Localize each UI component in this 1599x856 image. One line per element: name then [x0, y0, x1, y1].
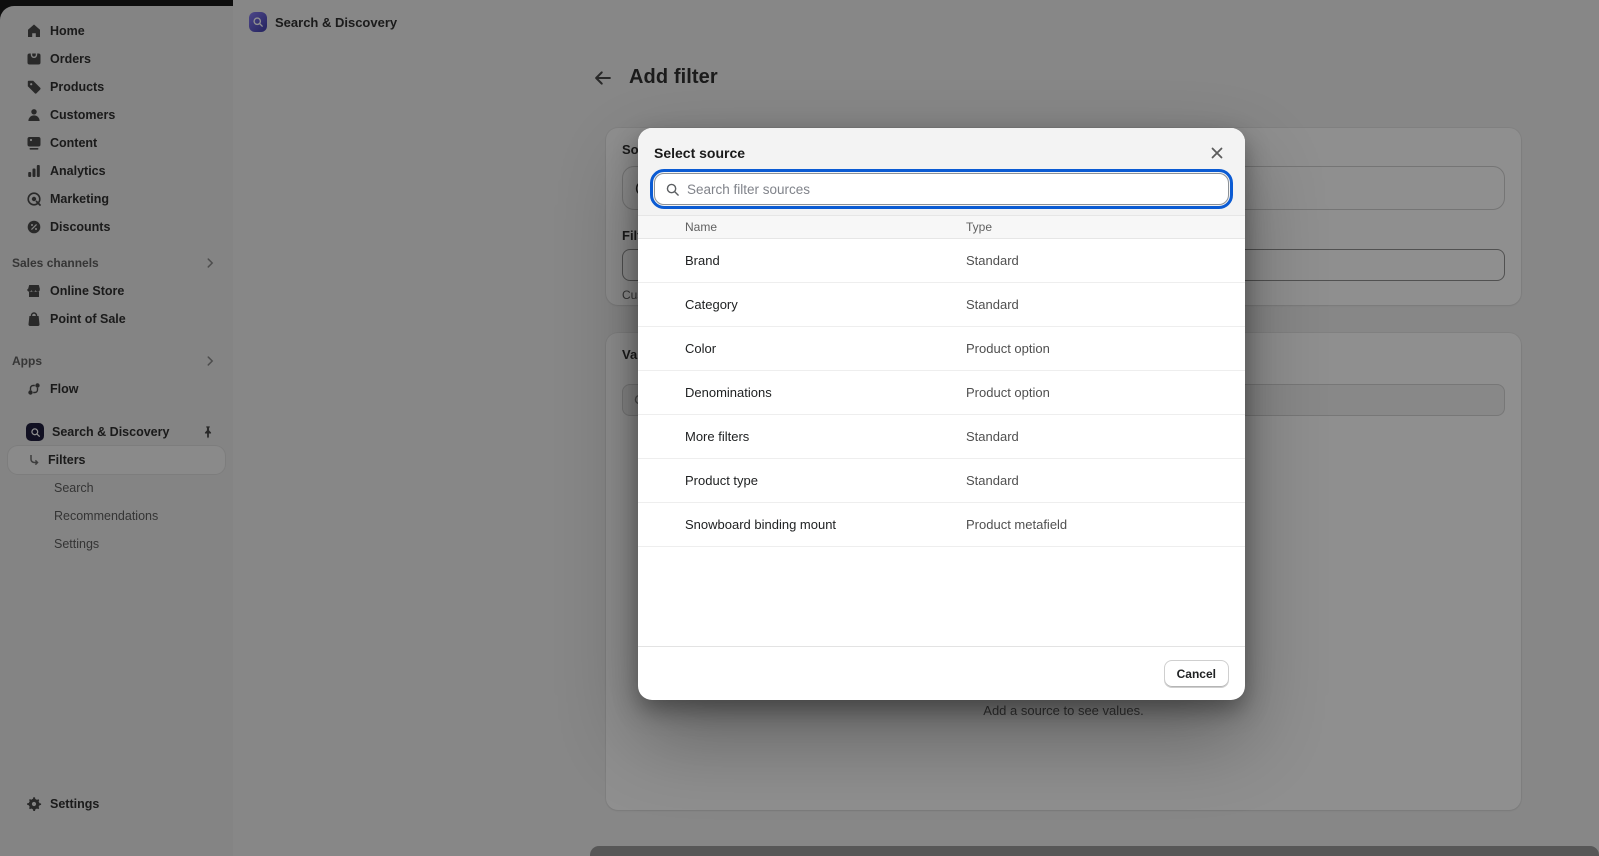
table-row[interactable]: More filters Standard [638, 415, 1245, 459]
table-header: Name Type [638, 215, 1245, 239]
select-source-modal: Select source Name Type Brand Standard C… [638, 128, 1245, 700]
column-header-type: Type [966, 220, 992, 234]
search-filter-sources-input[interactable] [687, 182, 1218, 197]
modal-search-field [654, 173, 1229, 205]
table-row[interactable]: Color Product option [638, 327, 1245, 371]
close-icon [1208, 144, 1226, 162]
close-button[interactable] [1205, 141, 1229, 165]
table-row[interactable]: Category Standard [638, 283, 1245, 327]
table-row[interactable]: Brand Standard [638, 239, 1245, 283]
search-icon [665, 182, 680, 197]
column-header-name: Name [638, 220, 966, 234]
table-row[interactable]: Product type Standard [638, 459, 1245, 503]
modal-footer: Cancel [638, 646, 1245, 700]
cancel-button[interactable]: Cancel [1164, 660, 1229, 688]
source-list: Brand Standard Category Standard Color P… [638, 239, 1245, 646]
table-row[interactable]: Snowboard binding mount Product metafiel… [638, 503, 1245, 547]
modal-header: Select source [638, 128, 1245, 215]
modal-title: Select source [654, 145, 745, 161]
table-row[interactable]: Denominations Product option [638, 371, 1245, 415]
